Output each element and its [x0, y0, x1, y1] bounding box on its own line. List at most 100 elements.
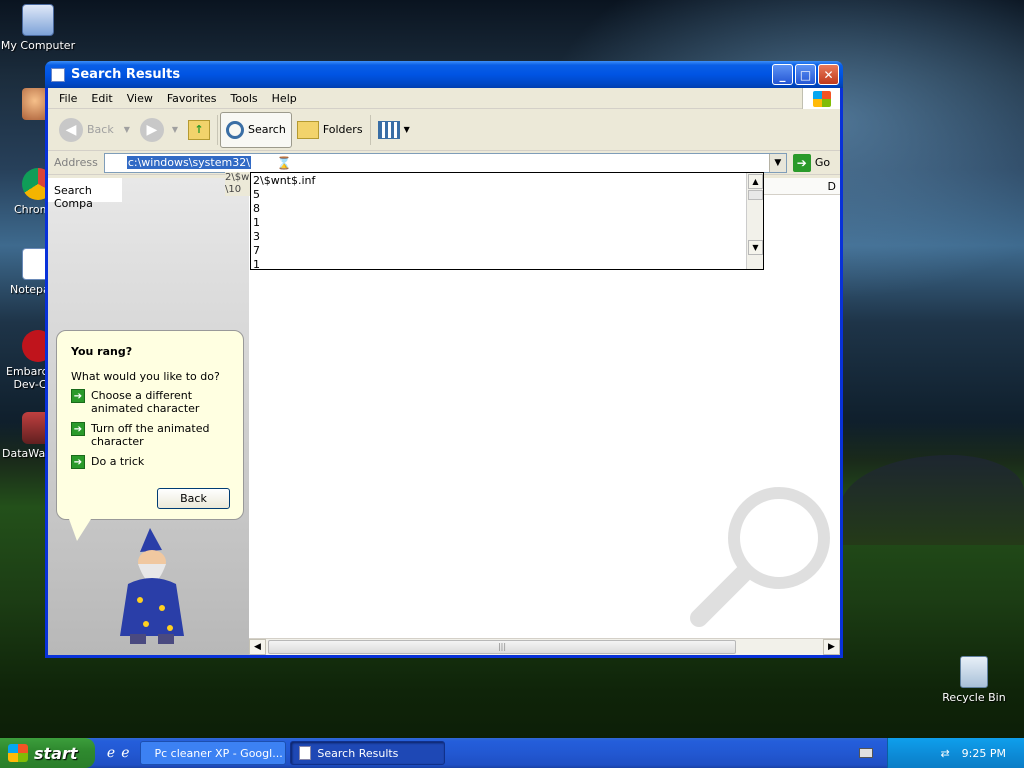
- address-input[interactable]: c:\windows\system32\ ⌛ ▼: [103, 152, 787, 173]
- desktop-icon-recycle-bin[interactable]: Recycle Bin: [936, 656, 1012, 704]
- menu-view[interactable]: View: [120, 92, 160, 105]
- scroll-left-icon[interactable]: ◀: [249, 639, 266, 655]
- assistant-title: You rang?: [71, 345, 133, 358]
- balloon-tail: [69, 519, 91, 541]
- windows-logo-icon: [802, 88, 840, 109]
- magnifier-watermark-icon: [690, 487, 830, 627]
- autocomplete-item[interactable]: 5: [253, 188, 260, 202]
- search-companion-header: Search Compa: [48, 178, 122, 210]
- scroll-up-icon[interactable]: ▲: [748, 174, 763, 189]
- search-results-window: Search Results _ □ ✕ File Edit View Favo…: [45, 61, 843, 658]
- distant-hill: [840, 455, 1024, 545]
- folder-up-icon: ↑: [188, 119, 211, 140]
- menu-edit[interactable]: Edit: [84, 92, 119, 105]
- toolbar: ◀ Back ▼ ▶ ▼ ↑ Search Folders ▼: [48, 109, 840, 151]
- search-icon: [226, 120, 245, 139]
- wizard-character[interactable]: [110, 528, 200, 650]
- autocomplete-item[interactable]: 7: [253, 244, 260, 258]
- menu-bar: File Edit View Favorites Tools Help: [48, 88, 840, 109]
- go-button[interactable]: ➔ Go: [792, 153, 831, 172]
- taskbar-item-label: Pc cleaner XP - Googl...: [154, 746, 283, 760]
- search-button[interactable]: Search: [220, 111, 292, 148]
- scroll-thumb[interactable]: [748, 190, 763, 200]
- forward-dropdown-icon[interactable]: ▼: [172, 125, 178, 134]
- window-title: Search Results: [71, 67, 181, 82]
- address-value[interactable]: c:\windows\system32\: [126, 156, 251, 169]
- taskbar: start ℯ ℯ Pc cleaner XP - Googl... Searc…: [0, 738, 1024, 768]
- taskbar-item-search-results[interactable]: Search Results: [290, 741, 446, 765]
- recycle-bin-icon: [960, 656, 988, 688]
- autocomplete-item[interactable]: 3: [253, 230, 260, 244]
- scroll-down-icon[interactable]: ▼: [748, 240, 763, 255]
- search-label: Search: [248, 123, 286, 136]
- minimize-button[interactable]: _: [772, 64, 793, 85]
- title-bar[interactable]: Search Results _ □ ✕: [45, 61, 843, 88]
- folders-icon: [296, 120, 319, 139]
- option-do-trick[interactable]: ➔ Do a trick: [71, 455, 229, 469]
- views-dropdown-icon: ▼: [403, 125, 410, 134]
- address-label: Address: [54, 156, 98, 169]
- desktop-icon-my-computer[interactable]: My Computer: [0, 4, 76, 52]
- search-companion-pane: Search Compa You rang? What would you li…: [48, 178, 249, 655]
- close-button[interactable]: ✕: [818, 64, 839, 85]
- system-tray: ⇄ 9:25 PM: [886, 738, 1024, 768]
- menu-favorites[interactable]: Favorites: [160, 92, 224, 105]
- address-autocomplete-list[interactable]: 2\$wnt$.inf 5 8 1 3 7 1 ▲ ▼: [250, 172, 764, 272]
- search-window-icon: [299, 746, 312, 760]
- autocomplete-item[interactable]: 8: [253, 202, 260, 216]
- menu-tools[interactable]: Tools: [224, 92, 265, 105]
- option-label: Choose a different animated character: [91, 389, 200, 415]
- taskbar-item-chrome[interactable]: Pc cleaner XP - Googl...: [139, 741, 287, 765]
- horizontal-scrollbar[interactable]: ◀ ||| ▶: [249, 638, 840, 655]
- column-header-label[interactable]: D: [828, 180, 836, 193]
- scroll-thumb[interactable]: |||: [268, 640, 736, 654]
- toolbar-separator: [369, 114, 371, 145]
- views-button[interactable]: ▼: [373, 112, 415, 148]
- internet-explorer-icon[interactable]: ℯ: [107, 745, 115, 761]
- folders-button[interactable]: Folders: [292, 112, 368, 148]
- network-icon[interactable]: ⇄: [940, 747, 949, 760]
- back-dropdown-icon[interactable]: ▼: [124, 125, 130, 134]
- clock[interactable]: 9:25 PM: [962, 747, 1006, 760]
- go-label: Go: [814, 156, 831, 169]
- green-arrow-icon: ➔: [71, 455, 85, 469]
- go-arrow-icon: ➔: [792, 153, 811, 172]
- back-label: Back: [87, 123, 114, 136]
- scroll-right-icon[interactable]: ▶: [823, 639, 840, 655]
- maximize-button[interactable]: □: [795, 64, 816, 85]
- windows-flag-icon: [8, 744, 28, 762]
- green-arrow-icon: ➔: [71, 422, 85, 436]
- start-label: start: [34, 743, 78, 763]
- autocomplete-item[interactable]: 2\$wnt$.inf: [253, 174, 315, 188]
- option-change-character[interactable]: ➔ Choose a different animated character: [71, 389, 229, 415]
- option-turn-off-character[interactable]: ➔ Turn off the animated character: [71, 422, 229, 448]
- computer-icon: [22, 4, 54, 36]
- search-window-icon: [51, 67, 65, 82]
- up-button[interactable]: ↑: [183, 112, 215, 148]
- taskbar-item-label: Search Results: [317, 746, 399, 760]
- assistant-balloon: You rang? What would you like to do? ➔ C…: [56, 330, 244, 541]
- menu-help[interactable]: Help: [265, 92, 304, 105]
- option-label: Turn off the animated character: [91, 422, 210, 448]
- assistant-back-button[interactable]: Back: [157, 488, 230, 509]
- assistant-question: What would you like to do?: [71, 370, 220, 383]
- back-button[interactable]: ◀ Back ▼: [54, 112, 135, 148]
- green-arrow-icon: ➔: [71, 389, 85, 403]
- toolbar-separator: [217, 114, 219, 145]
- folders-label: Folders: [322, 123, 363, 136]
- autocomplete-item[interactable]: 1: [253, 258, 260, 272]
- autocomplete-scrollbar[interactable]: ▲ ▼: [746, 173, 763, 269]
- start-button[interactable]: start: [0, 738, 95, 768]
- autocomplete-item[interactable]: 1: [253, 216, 260, 230]
- quick-launch: ℯ ℯ: [95, 745, 140, 761]
- option-label: Do a trick: [91, 455, 145, 468]
- views-icon: [377, 120, 400, 139]
- keyboard-icon[interactable]: [859, 748, 873, 758]
- forward-button[interactable]: ▶ ▼: [135, 112, 183, 148]
- ghost-text: 2\$w \10: [225, 172, 253, 196]
- address-dropdown-icon[interactable]: ▼: [768, 153, 786, 172]
- hourglass-cursor-icon: ⌛: [276, 155, 292, 170]
- menu-file[interactable]: File: [52, 92, 84, 105]
- back-arrow-icon: ◀: [59, 117, 83, 142]
- ie-alt-icon[interactable]: ℯ: [121, 745, 129, 761]
